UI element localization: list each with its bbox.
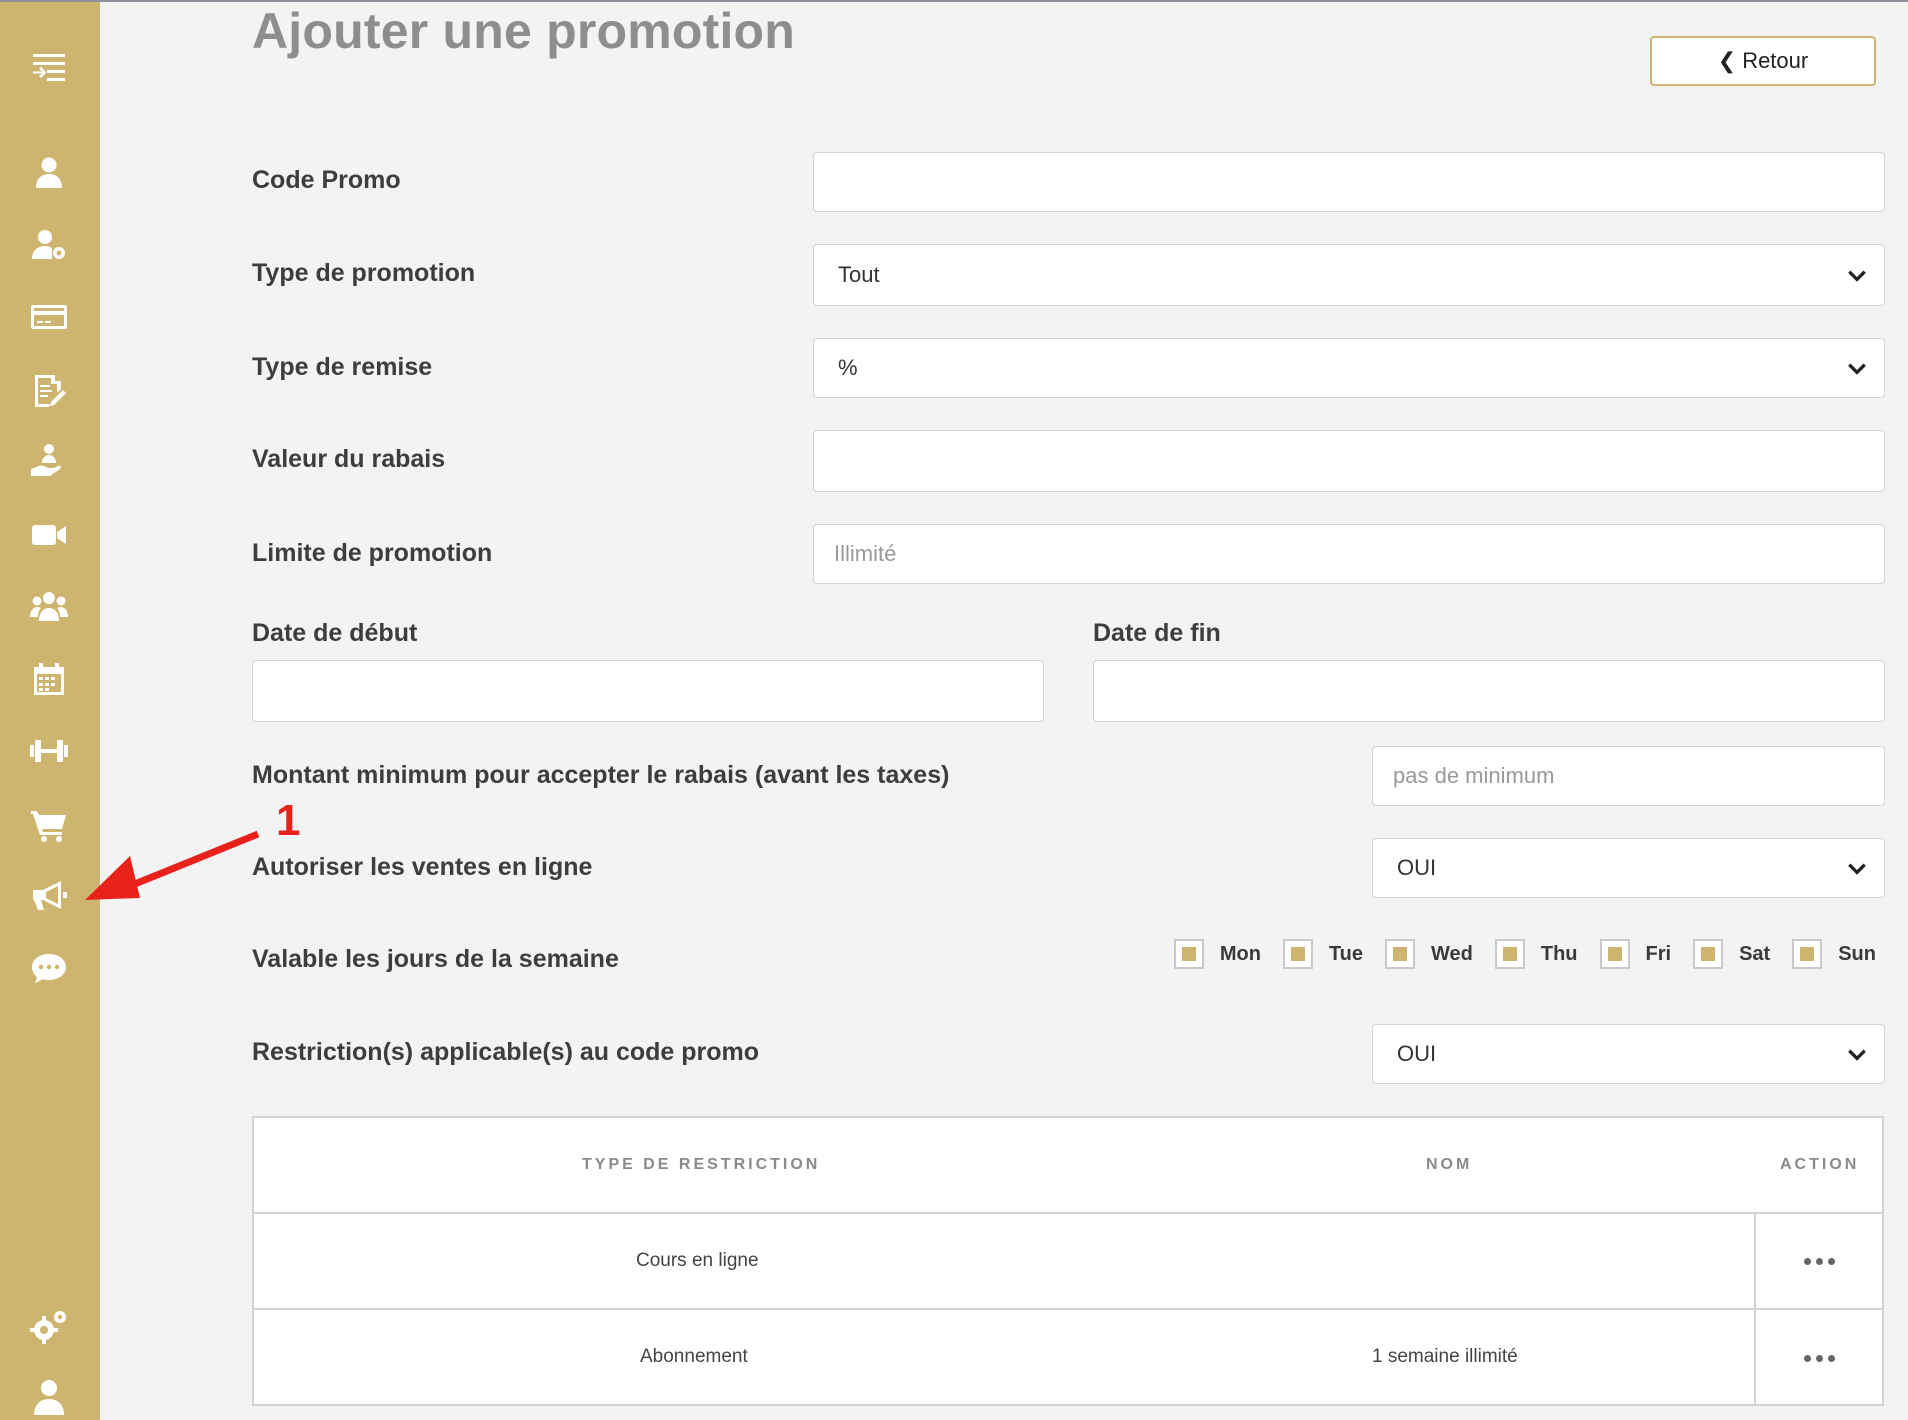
main-content: Ajouter une promotion ❮ Retour Code Prom… [100,0,1908,1420]
restrictions-table: TYPE DE RESTRICTION NOM ACTION Cours en … [252,1116,1884,1406]
ventes-en-ligne-select[interactable]: OUI [1372,838,1885,898]
dumbbell-icon[interactable] [24,728,74,774]
weekday-checkboxes: Mon Tue Wed Thu Fri Sat Sun [1173,936,1876,972]
table-row: Abonnement 1 semaine illimité [254,1310,1882,1406]
limite-promotion-input[interactable]: Illimité [813,524,1885,584]
shopping-cart-icon[interactable] [24,802,74,848]
credit-card-icon[interactable] [24,294,74,340]
video-camera-icon[interactable] [24,512,74,558]
valeur-rabais-label: Valeur du rabais [252,445,446,473]
day-label: Wed [1431,942,1473,965]
header-action: ACTION [1780,1156,1860,1173]
type-promotion-select[interactable]: Tout [813,244,1885,306]
type-remise-select[interactable]: % [813,338,1885,398]
cell-type: Cours en ligne [636,1250,759,1271]
valeur-rabais-input[interactable] [813,430,1885,492]
type-remise-label: Type de remise [252,353,433,381]
hand-holding-person-icon[interactable] [24,438,74,484]
checkbox[interactable] [1282,939,1313,969]
sidebar [0,2,100,1420]
type-remise-value: % [838,355,858,380]
row-actions-button[interactable] [1754,1310,1882,1406]
user-icon[interactable] [24,150,74,196]
row-actions-button[interactable] [1754,1214,1882,1308]
more-options-icon [1803,1257,1835,1265]
table-header: TYPE DE RESTRICTION NOM ACTION [254,1118,1882,1214]
page-title: Ajouter une promotion [252,3,796,59]
user-settings-icon[interactable] [24,222,74,268]
checkbox[interactable] [1494,939,1525,969]
checkbox[interactable] [1599,939,1630,969]
back-button-label: Retour [1742,48,1809,73]
more-options-icon [1803,1354,1835,1362]
ventes-en-ligne-value: OUI [1397,855,1437,880]
calendar-icon[interactable] [24,656,74,702]
date-debut-input[interactable] [252,660,1044,722]
day-mon[interactable]: Mon [1173,939,1261,969]
montant-minimum-input[interactable]: pas de minimum [1372,746,1885,806]
checkbox[interactable] [1693,939,1724,969]
day-wed[interactable]: Wed [1385,939,1473,969]
day-label: Mon [1219,942,1261,965]
megaphone-icon[interactable] [24,872,74,918]
jours-semaine-label: Valable les jours de la semaine [252,945,619,973]
chat-bubble-icon[interactable] [24,946,74,992]
restrictions-label: Restriction(s) applicable(s) au code pro… [252,1038,760,1066]
chevron-left-icon: ❮ [1717,48,1737,73]
cell-nom: 1 semaine illimité [1372,1346,1518,1367]
restrictions-value: OUI [1397,1041,1437,1066]
limite-promotion-label: Limite de promotion [252,539,493,567]
day-thu[interactable]: Thu [1494,939,1578,969]
montant-minimum-label: Montant minimum pour accepter le rabais … [252,761,950,789]
day-label: Sat [1739,942,1771,965]
day-tue[interactable]: Tue [1282,939,1364,969]
type-promotion-label: Type de promotion [252,259,476,287]
date-fin-label: Date de fin [1093,619,1221,647]
document-edit-icon[interactable] [24,368,74,414]
ventes-en-ligne-label: Autoriser les ventes en ligne [252,853,593,881]
day-sat[interactable]: Sat [1693,939,1770,969]
checkbox[interactable] [1385,939,1416,969]
code-promo-label: Code Promo [252,166,401,194]
table-row: Cours en ligne [254,1214,1882,1310]
date-debut-label: Date de début [252,619,418,647]
users-group-icon[interactable] [24,584,74,630]
day-sun[interactable]: Sun [1792,939,1876,969]
chevron-down-icon [1848,363,1866,375]
day-fri[interactable]: Fri [1599,939,1672,969]
back-button[interactable]: ❮ Retour [1650,36,1876,86]
chevron-down-icon [1848,270,1866,282]
checkbox[interactable] [1173,939,1204,969]
menu-collapse-icon[interactable] [24,44,74,90]
cell-type: Abonnement [640,1346,748,1367]
restrictions-select[interactable]: OUI [1372,1024,1885,1084]
code-promo-input[interactable] [813,152,1885,212]
user-profile-icon[interactable] [24,1374,74,1420]
day-label: Sun [1838,942,1876,965]
day-label: Thu [1540,942,1578,965]
header-nom: NOM [1426,1156,1473,1173]
date-fin-input[interactable] [1093,660,1885,722]
chevron-down-icon [1848,863,1866,875]
chevron-down-icon [1848,1049,1866,1061]
header-type-restriction: TYPE DE RESTRICTION [582,1156,821,1173]
checkbox[interactable] [1792,939,1823,969]
day-label: Fri [1645,942,1672,965]
gears-icon[interactable] [24,1304,74,1350]
type-promotion-value: Tout [838,262,880,287]
day-label: Tue [1328,942,1364,965]
